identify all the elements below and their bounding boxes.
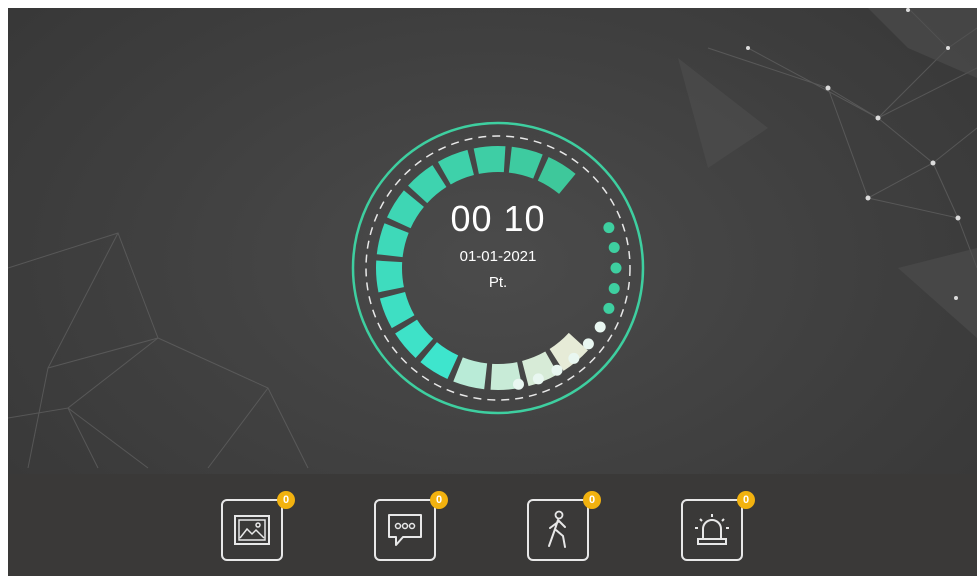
images-count-badge: 0 [277,491,295,509]
bottom-toolbar: 0 0 0 0 [8,474,977,576]
clock-time: 00 10 [450,198,546,239]
screen: 00 10 01-01-2021 Pt. 0 0 0 0 [8,8,977,576]
alarm-button[interactable]: 0 [681,491,755,561]
walking-person-icon [548,510,566,548]
message-icon [388,514,422,546]
messages-button[interactable]: 0 [374,491,448,561]
images-button[interactable]: 0 [221,491,295,561]
motion-count-badge: 0 [583,491,601,509]
siren-icon [695,514,729,545]
picture-icon [234,515,270,545]
motion-button[interactable]: 0 [527,491,601,561]
clock-widget: 00 10 01-01-2021 Pt. [348,118,648,418]
clock-date: 01-01-2021 [459,248,537,265]
clock-text: 00 10 01-01-2021 Pt. [348,118,648,418]
alarm-count-badge: 0 [737,491,755,509]
messages-count-badge: 0 [430,491,448,509]
clock-day: Pt. [488,274,508,291]
